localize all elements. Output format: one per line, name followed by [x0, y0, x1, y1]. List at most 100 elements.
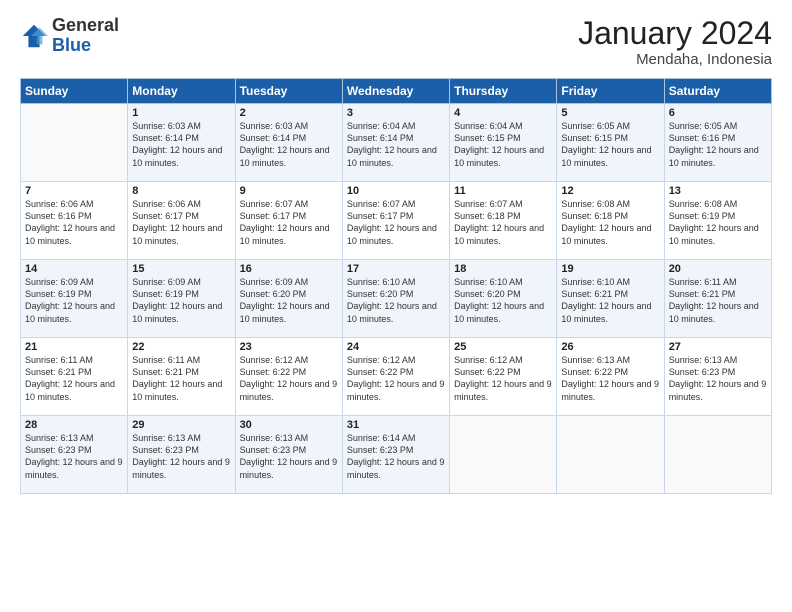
- day-info: Sunrise: 6:04 AM Sunset: 6:14 PM Dayligh…: [347, 120, 445, 169]
- col-tuesday: Tuesday: [235, 79, 342, 104]
- table-row: 30Sunrise: 6:13 AM Sunset: 6:23 PM Dayli…: [235, 416, 342, 494]
- table-row: 6Sunrise: 6:05 AM Sunset: 6:16 PM Daylig…: [664, 104, 771, 182]
- day-number: 21: [25, 341, 123, 353]
- page: General Blue January 2024 Mendaha, Indon…: [0, 0, 792, 506]
- day-info: Sunrise: 6:10 AM Sunset: 6:21 PM Dayligh…: [561, 276, 659, 325]
- table-row: 7Sunrise: 6:06 AM Sunset: 6:16 PM Daylig…: [21, 182, 128, 260]
- day-info: Sunrise: 6:13 AM Sunset: 6:23 PM Dayligh…: [669, 354, 767, 403]
- day-number: 8: [132, 185, 230, 197]
- logo-text: General Blue: [52, 16, 119, 56]
- day-number: 20: [669, 263, 767, 275]
- table-row: 12Sunrise: 6:08 AM Sunset: 6:18 PM Dayli…: [557, 182, 664, 260]
- day-info: Sunrise: 6:03 AM Sunset: 6:14 PM Dayligh…: [132, 120, 230, 169]
- calendar-table: Sunday Monday Tuesday Wednesday Thursday…: [20, 78, 772, 494]
- day-number: 19: [561, 263, 659, 275]
- table-row: 19Sunrise: 6:10 AM Sunset: 6:21 PM Dayli…: [557, 260, 664, 338]
- day-info: Sunrise: 6:13 AM Sunset: 6:23 PM Dayligh…: [25, 432, 123, 481]
- logo-general: General: [52, 15, 119, 35]
- calendar-row: 1Sunrise: 6:03 AM Sunset: 6:14 PM Daylig…: [21, 104, 772, 182]
- table-row: 21Sunrise: 6:11 AM Sunset: 6:21 PM Dayli…: [21, 338, 128, 416]
- day-number: 3: [347, 107, 445, 119]
- table-row: 9Sunrise: 6:07 AM Sunset: 6:17 PM Daylig…: [235, 182, 342, 260]
- day-number: 28: [25, 419, 123, 431]
- day-info: Sunrise: 6:10 AM Sunset: 6:20 PM Dayligh…: [347, 276, 445, 325]
- table-row: 29Sunrise: 6:13 AM Sunset: 6:23 PM Dayli…: [128, 416, 235, 494]
- table-row: 18Sunrise: 6:10 AM Sunset: 6:20 PM Dayli…: [450, 260, 557, 338]
- day-number: 18: [454, 263, 552, 275]
- day-number: 25: [454, 341, 552, 353]
- day-info: Sunrise: 6:12 AM Sunset: 6:22 PM Dayligh…: [347, 354, 445, 403]
- day-number: 15: [132, 263, 230, 275]
- logo-icon: [20, 22, 48, 50]
- col-friday: Friday: [557, 79, 664, 104]
- col-sunday: Sunday: [21, 79, 128, 104]
- calendar-row: 21Sunrise: 6:11 AM Sunset: 6:21 PM Dayli…: [21, 338, 772, 416]
- day-info: Sunrise: 6:09 AM Sunset: 6:19 PM Dayligh…: [132, 276, 230, 325]
- day-info: Sunrise: 6:06 AM Sunset: 6:16 PM Dayligh…: [25, 198, 123, 247]
- logo: General Blue: [20, 16, 119, 56]
- day-number: 26: [561, 341, 659, 353]
- day-info: Sunrise: 6:08 AM Sunset: 6:18 PM Dayligh…: [561, 198, 659, 247]
- day-info: Sunrise: 6:05 AM Sunset: 6:15 PM Dayligh…: [561, 120, 659, 169]
- title-block: January 2024 Mendaha, Indonesia: [578, 16, 772, 68]
- day-info: Sunrise: 6:07 AM Sunset: 6:17 PM Dayligh…: [347, 198, 445, 247]
- day-number: 31: [347, 419, 445, 431]
- day-info: Sunrise: 6:14 AM Sunset: 6:23 PM Dayligh…: [347, 432, 445, 481]
- day-number: 24: [347, 341, 445, 353]
- day-info: Sunrise: 6:08 AM Sunset: 6:19 PM Dayligh…: [669, 198, 767, 247]
- table-row: 24Sunrise: 6:12 AM Sunset: 6:22 PM Dayli…: [342, 338, 449, 416]
- day-number: 7: [25, 185, 123, 197]
- day-info: Sunrise: 6:05 AM Sunset: 6:16 PM Dayligh…: [669, 120, 767, 169]
- table-row: 8Sunrise: 6:06 AM Sunset: 6:17 PM Daylig…: [128, 182, 235, 260]
- table-row: 11Sunrise: 6:07 AM Sunset: 6:18 PM Dayli…: [450, 182, 557, 260]
- day-info: Sunrise: 6:11 AM Sunset: 6:21 PM Dayligh…: [25, 354, 123, 403]
- day-info: Sunrise: 6:13 AM Sunset: 6:22 PM Dayligh…: [561, 354, 659, 403]
- day-number: 27: [669, 341, 767, 353]
- table-row: 2Sunrise: 6:03 AM Sunset: 6:14 PM Daylig…: [235, 104, 342, 182]
- day-number: 4: [454, 107, 552, 119]
- table-row: [21, 104, 128, 182]
- col-monday: Monday: [128, 79, 235, 104]
- day-info: Sunrise: 6:13 AM Sunset: 6:23 PM Dayligh…: [240, 432, 338, 481]
- table-row: 4Sunrise: 6:04 AM Sunset: 6:15 PM Daylig…: [450, 104, 557, 182]
- header: General Blue January 2024 Mendaha, Indon…: [20, 16, 772, 68]
- table-row: 17Sunrise: 6:10 AM Sunset: 6:20 PM Dayli…: [342, 260, 449, 338]
- day-info: Sunrise: 6:03 AM Sunset: 6:14 PM Dayligh…: [240, 120, 338, 169]
- table-row: 5Sunrise: 6:05 AM Sunset: 6:15 PM Daylig…: [557, 104, 664, 182]
- day-number: 23: [240, 341, 338, 353]
- table-row: 15Sunrise: 6:09 AM Sunset: 6:19 PM Dayli…: [128, 260, 235, 338]
- table-row: 10Sunrise: 6:07 AM Sunset: 6:17 PM Dayli…: [342, 182, 449, 260]
- day-number: 14: [25, 263, 123, 275]
- table-row: 23Sunrise: 6:12 AM Sunset: 6:22 PM Dayli…: [235, 338, 342, 416]
- calendar-row: 14 Sunrise: 6:09 AM Sunset: 6:19 PM Dayli…: [21, 260, 772, 338]
- day-number: 5: [561, 107, 659, 119]
- day-number: 29: [132, 419, 230, 431]
- table-row: 16Sunrise: 6:09 AM Sunset: 6:20 PM Dayli…: [235, 260, 342, 338]
- day-info: Sunrise: 6:12 AM Sunset: 6:22 PM Dayligh…: [240, 354, 338, 403]
- day-number: 1: [132, 107, 230, 119]
- table-row: [557, 416, 664, 494]
- day-number: 11: [454, 185, 552, 197]
- col-thursday: Thursday: [450, 79, 557, 104]
- table-row: 31Sunrise: 6:14 AM Sunset: 6:23 PM Dayli…: [342, 416, 449, 494]
- table-row: 28Sunrise: 6:13 AM Sunset: 6:23 PM Dayli…: [21, 416, 128, 494]
- table-row: 25Sunrise: 6:12 AM Sunset: 6:22 PM Dayli…: [450, 338, 557, 416]
- day-info: Sunrise: 6:12 AM Sunset: 6:22 PM Dayligh…: [454, 354, 552, 403]
- calendar-row: 28Sunrise: 6:13 AM Sunset: 6:23 PM Dayli…: [21, 416, 772, 494]
- day-number: 17: [347, 263, 445, 275]
- table-row: 3Sunrise: 6:04 AM Sunset: 6:14 PM Daylig…: [342, 104, 449, 182]
- table-row: [664, 416, 771, 494]
- day-number: 16: [240, 263, 338, 275]
- table-row: 13Sunrise: 6:08 AM Sunset: 6:19 PM Dayli…: [664, 182, 771, 260]
- calendar-row: 7Sunrise: 6:06 AM Sunset: 6:16 PM Daylig…: [21, 182, 772, 260]
- day-info: Sunrise: 6:10 AM Sunset: 6:20 PM Dayligh…: [454, 276, 552, 325]
- table-row: 27Sunrise: 6:13 AM Sunset: 6:23 PM Dayli…: [664, 338, 771, 416]
- day-number: 6: [669, 107, 767, 119]
- day-info: Sunrise: 6:11 AM Sunset: 6:21 PM Dayligh…: [669, 276, 767, 325]
- table-row: 20Sunrise: 6:11 AM Sunset: 6:21 PM Dayli…: [664, 260, 771, 338]
- table-row: [450, 416, 557, 494]
- col-wednesday: Wednesday: [342, 79, 449, 104]
- day-number: 30: [240, 419, 338, 431]
- day-number: 2: [240, 107, 338, 119]
- day-info: Sunrise: 6:07 AM Sunset: 6:18 PM Dayligh…: [454, 198, 552, 247]
